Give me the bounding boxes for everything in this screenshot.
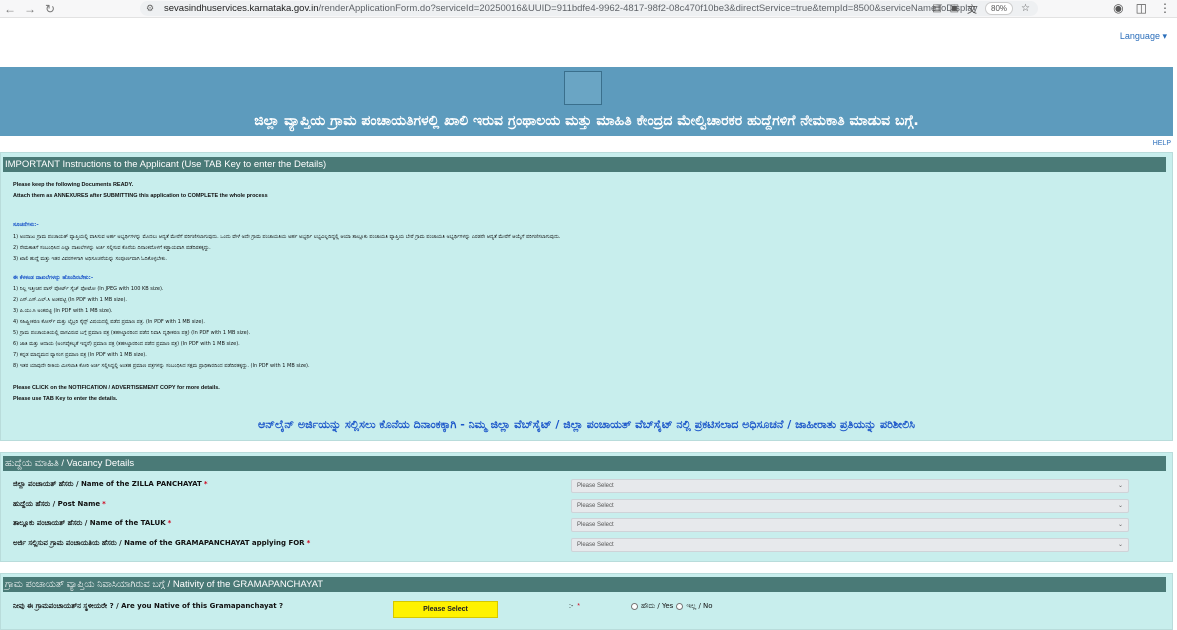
caret-down-icon: ▾ bbox=[1162, 31, 1167, 41]
no-radio[interactable] bbox=[676, 603, 684, 610]
please-select-button[interactable]: Please Select bbox=[393, 601, 498, 618]
vacancy-heading: ಹುದ್ದೆಯ ಮಾಹಿತಿ / Vacancy Details bbox=[3, 456, 1166, 471]
extensions-icon[interactable]: ◫ bbox=[1136, 1, 1147, 15]
chevron-down-icon: ⌄ bbox=[1117, 522, 1123, 528]
colon-label: :- * bbox=[569, 603, 580, 610]
profile-icon[interactable]: ◉ bbox=[1113, 1, 1123, 15]
document-item: 6) ಜಾತಿ ಮತ್ತು ಆದಾಯ (ಅಂಗವೈಕಲ್ಯತೆ ಇದ್ದರೆ) … bbox=[13, 341, 240, 347]
translate-icon[interactable]: 文 bbox=[967, 1, 977, 16]
document-item: 2) ಎಸ್.ಎಸ್.ಎಲ್.ಸಿ ಅಂಕಪಟ್ಟಿ (In PDF with … bbox=[13, 297, 128, 303]
taluk-select[interactable]: Please Select ⌄ bbox=[571, 518, 1129, 532]
forward-icon[interactable]: → bbox=[20, 2, 40, 16]
zilla-panchayat-select[interactable]: Please Select ⌄ bbox=[571, 479, 1129, 493]
taluk-label: ತಾಲ್ಲೂಕು ಪಂಚಾಯತ್ ಹೆಸರು / Name of the TAL… bbox=[13, 519, 172, 527]
address-bar[interactable]: ⚙ sevasindhuservices.karnataka.gov.in/re… bbox=[140, 1, 1038, 16]
document-item: 5) ಗ್ರಾಮ ಪಂಚಾಯತಿಯಲ್ಲಿ ವಾಸವಿರುವ ಬಗ್ಗೆ ಪ್ರ… bbox=[13, 330, 251, 336]
instruction-line: Please use TAB Key to enter the details. bbox=[13, 396, 118, 402]
native-radio-group: ಹೌದು / Yes ಇಲ್ಲ / No bbox=[631, 602, 713, 611]
language-label: Language bbox=[1119, 31, 1160, 41]
instruction-line: Please keep the following Documents READ… bbox=[13, 182, 134, 188]
reader-icon[interactable]: ▤ bbox=[932, 3, 941, 14]
yes-label: ಹೌದು / Yes bbox=[641, 602, 674, 610]
chevron-down-icon: ⌄ bbox=[1117, 483, 1123, 489]
document-item: 8) ಇತರ ಯಾವುದೇ ರೀತಿಯ ಮೀಸಲಾತಿ ಕೋರಿ ಅರ್ಜಿ ಸ… bbox=[13, 363, 310, 369]
note-item: 2) ನೇಮಕಾತಿಗೆ ಸಂಬಂಧಿಸಿದ ಎಲ್ಲಾ ದಾಖಲೆಗಳನ್ನು… bbox=[13, 245, 211, 251]
document-item: 1) ನಿಲ್ಲ ಇತ್ತೀಚಿನ ಪಾಸ್ ಪೋರ್ಟ್ ಸೈಜ್ ಫೋಟೋ … bbox=[13, 286, 164, 292]
browser-toolbar: ← → ↻ ⚙ sevasindhuservices.karnataka.gov… bbox=[0, 0, 1177, 18]
document-item: 4) ಸಹಿಷ್ಣೀಕರಣ ಕೋರ್ಸ್ ಮತ್ತು ಲೈಬ್ರರಿ ಸೈನ್ಸ… bbox=[13, 319, 205, 325]
native-question-label: ನೀವು ಈ ಗ್ರಾಮಪಂಚಾಯತ್‌ನ ಸ್ಥಳೀಯರೇ ? / Are y… bbox=[13, 602, 284, 610]
post-name-label: ಹುದ್ದೆಯ ಹೆಸರು / Post Name * bbox=[13, 500, 106, 508]
no-label: ಇಲ್ಲ / No bbox=[686, 602, 713, 610]
document-item: 7) ಕನ್ನಡ ಮಾಧ್ಯಮದ ವ್ಯಾಸಂಗ ಪ್ರಮಾಣ ಪತ್ರ (In… bbox=[13, 352, 147, 358]
documents-heading: ಈ ಕೆಳಕಂಡ ದಾಖಲೆಗಳನ್ನು ಹೊಂದಿರಬೇಕು:- bbox=[13, 275, 94, 281]
help-link[interactable]: HELP bbox=[1153, 140, 1171, 147]
back-icon[interactable]: ← bbox=[0, 2, 20, 16]
notes-heading: ಸೂಚನೆಗಳು:- bbox=[13, 222, 39, 228]
install-icon[interactable]: ▣ bbox=[950, 3, 959, 14]
zoom-level[interactable]: 80% bbox=[985, 2, 1014, 15]
chevron-down-icon: ⌄ bbox=[1117, 503, 1123, 509]
note-item: 1) ಅಂದಾಜು ಗ್ರಾಮ ಪಂಚಾಯತ್ ವ್ಯಾಪ್ತಿಯಲ್ಲಿ ವಾ… bbox=[13, 234, 561, 240]
site-info-icon[interactable]: ⚙ bbox=[146, 3, 158, 14]
zilla-panchayat-label: ಜಿಲ್ಲಾ ಪಂಚಾಯತ್ ಹೆಸರು / Name of the ZILLA… bbox=[13, 480, 208, 488]
url-host: sevasindhuservices.karnataka.gov.in bbox=[164, 3, 319, 14]
post-name-select[interactable]: Please Select ⌄ bbox=[571, 499, 1129, 513]
url-path: /renderApplicationForm.do?serviceId=2025… bbox=[318, 3, 978, 14]
notification-link-text[interactable]: Please CLICK on the NOTIFICATION / ADVER… bbox=[13, 385, 220, 391]
gramapanchayat-select[interactable]: Please Select ⌄ bbox=[571, 538, 1129, 552]
chevron-down-icon: ⌄ bbox=[1117, 542, 1123, 548]
reload-icon[interactable]: ↻ bbox=[40, 2, 60, 16]
logo-placeholder bbox=[564, 71, 602, 105]
page-banner: ಜಿಲ್ಲಾ ವ್ಯಾಪ್ತಿಯ ಗ್ರಾಮ ಪಂಚಾಯತಿಗಳಲ್ಲಿ ಖಾಲ… bbox=[0, 67, 1173, 136]
nativity-heading: ಗ್ರಾಮ ಪಂಚಾಯತ್ ವ್ಯಾಪ್ತಿಯ ನಿವಾಸಿಯಾಗಿರುವ ಬಗ… bbox=[3, 577, 1166, 592]
instruction-line: Attach them as ANNEXURES after SUBMITTIN… bbox=[13, 193, 268, 199]
announcement-text: ಆನ್‌ಲೈನ್ ಅರ್ಜಿಯನ್ನು ಸಲ್ಲಿಸಲು ಕೊನೆಯ ದಿನಾಂ… bbox=[258, 418, 915, 431]
menu-icon[interactable]: ⋮ bbox=[1159, 1, 1171, 15]
gramapanchayat-label: ಅರ್ಜಿ ಸಲ್ಲಿಸುವ ಗ್ರಾಮ ಪಂಚಾಯತಿಯ ಹೆಸರು / Na… bbox=[13, 539, 311, 547]
note-item: 3) ಖಾಲಿ ಹುದ್ದೆ ಮತ್ತು ಇತರ ವಿವರಗಳಿಗಾಗಿ ಅಧಿ… bbox=[13, 256, 167, 262]
instructions-heading: IMPORTANT Instructions to the Applicant … bbox=[3, 157, 1166, 172]
yes-radio[interactable] bbox=[631, 603, 638, 610]
star-icon[interactable]: ☆ bbox=[1021, 3, 1030, 14]
language-dropdown[interactable]: Language ▾ bbox=[1120, 31, 1167, 42]
page-title: ಜಿಲ್ಲಾ ವ್ಯಾಪ್ತಿಯ ಗ್ರಾಮ ಪಂಚಾಯತಿಗಳಲ್ಲಿ ಖಾಲ… bbox=[254, 113, 919, 129]
document-item: 3) ಪಿ.ಯು.ಸಿ ಅಂಕಪಟ್ಟಿ (In PDF with 1 MB s… bbox=[13, 308, 113, 314]
language-bar: Language ▾ bbox=[0, 18, 1177, 66]
